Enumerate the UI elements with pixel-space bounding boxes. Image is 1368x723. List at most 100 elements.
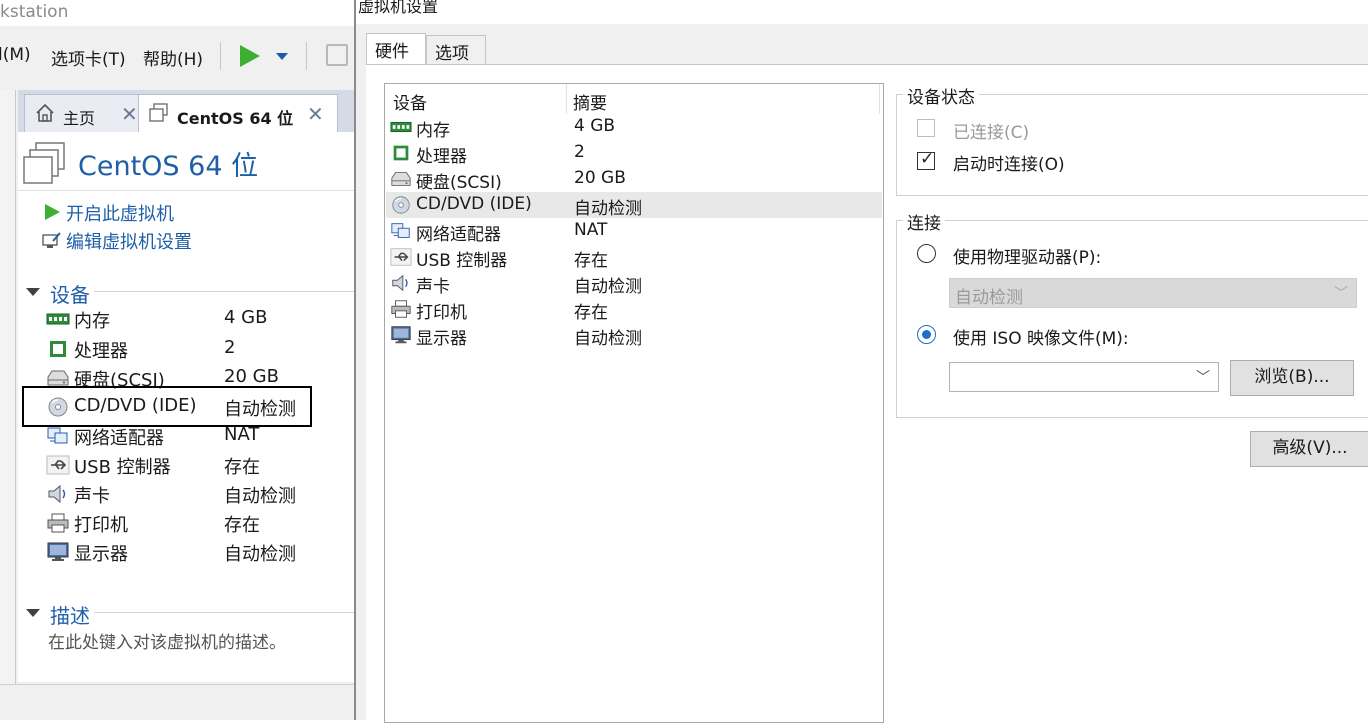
hardware-name: 硬盘(SCSI) (416, 173, 502, 193)
network-adapter-icon (390, 221, 412, 241)
sound-card-icon (46, 484, 70, 504)
hardware-row[interactable]: 声卡 自动检测 (386, 270, 882, 297)
tab-hardware[interactable]: 硬件 (366, 33, 426, 65)
hardware-row[interactable]: 内存 4 GB (386, 114, 882, 141)
edit-vm-settings-label: 编辑虚拟机设置 (66, 232, 192, 253)
close-icon[interactable]: ✕ (121, 102, 138, 126)
network-adapter-icon (46, 426, 70, 446)
divider (18, 190, 354, 191)
device-row[interactable]: 打印机 存在 (44, 510, 344, 536)
window-title: kstation (0, 0, 354, 26)
hardware-name: 内存 (416, 121, 450, 141)
status-bar (0, 684, 354, 720)
physical-drive-radio[interactable] (917, 244, 936, 263)
hard-disk-icon (390, 169, 412, 189)
physical-drive-select[interactable]: 自动检测 ﹀ (949, 278, 1357, 308)
device-row[interactable]: USB 控制器 存在 (44, 452, 344, 478)
chevron-down-icon: ﹀ (1334, 286, 1348, 302)
device-value: 存在 (224, 515, 260, 536)
collapse-arrow-icon (26, 609, 40, 617)
menu-tabs[interactable]: 选项卡(T) (51, 45, 126, 70)
processor-icon (46, 339, 70, 359)
toolbar-separator (220, 42, 221, 70)
tab-options[interactable]: 选项 (426, 35, 486, 65)
iso-path-combo[interactable]: ﹀ (949, 362, 1219, 392)
home-icon (36, 103, 54, 122)
column-header-device[interactable]: 设备 (393, 89, 427, 114)
advanced-button[interactable]: 高级(V)... (1250, 431, 1368, 467)
hardware-row[interactable]: 显示器 自动检测 (386, 322, 882, 349)
device-row[interactable]: 处理器 2 (44, 336, 344, 362)
device-row[interactable]: 内存 4 GB (44, 306, 344, 332)
hardware-row[interactable]: 处理器 2 (386, 140, 882, 167)
hardware-list[interactable]: 设备 摘要 内存 4 GB 处理器 2 硬盘(SCSI) 20 GB CD/DVD (IDE… (384, 83, 884, 723)
edit-settings-icon (42, 232, 61, 248)
hardware-name: 处理器 (416, 147, 467, 167)
device-name: 打印机 (74, 515, 128, 536)
description-section-label: 描述 (50, 604, 90, 628)
collapse-arrow-icon (26, 288, 40, 296)
browse-button[interactable]: 浏览(B)... (1230, 360, 1354, 396)
tab-home-label: 主页 (63, 109, 96, 128)
device-value: 2 (224, 337, 236, 358)
hardware-summary: 2 (574, 142, 585, 162)
device-value: 20 GB (224, 366, 279, 387)
device-status-group (896, 94, 1368, 196)
hardware-row[interactable]: CD/DVD (IDE) 自动检测 (386, 192, 882, 219)
device-value: 自动检测 (224, 544, 296, 565)
hardware-name: 显示器 (416, 329, 467, 349)
column-header-summary[interactable]: 摘要 (573, 89, 607, 114)
connect-at-power-on-label: 启动时连接(O) (953, 155, 1065, 175)
column-divider (566, 84, 567, 114)
hardware-row[interactable]: USB 控制器 存在 (386, 244, 882, 271)
device-value: 自动检测 (224, 486, 296, 507)
chevron-down-icon: ﹀ (1196, 370, 1210, 386)
dialog-title: 虚拟机设置 (356, 0, 1368, 24)
hardware-summary: 4 GB (574, 116, 616, 136)
device-name: USB 控制器 (74, 457, 171, 478)
tab-centos[interactable]: CentOS 64 位 ✕ (138, 94, 338, 132)
toolbar-separator (306, 42, 307, 70)
description-text[interactable]: 在此处键入对该虚拟机的描述。 (48, 628, 286, 653)
workstation-window: kstation l(M) 选项卡(T) 帮助(H) 主页 ✕ CentOS 6… (0, 0, 354, 720)
hardware-summary: 存在 (574, 251, 608, 271)
menu-vm[interactable]: l(M) (0, 45, 31, 65)
power-dropdown-icon[interactable] (276, 53, 288, 60)
device-row[interactable]: 显示器 自动检测 (44, 539, 344, 565)
sound-card-icon (390, 273, 412, 293)
hardware-summary: 20 GB (574, 168, 626, 188)
hardware-row[interactable]: 网络适配器 NAT (386, 218, 882, 245)
connect-at-power-on-checkbox[interactable]: ✓ (917, 149, 935, 170)
play-icon (45, 204, 60, 220)
hard-disk-icon (46, 368, 70, 388)
radio-selected-dot (922, 330, 931, 339)
memory-icon (390, 117, 412, 137)
power-on-icon[interactable] (240, 45, 260, 67)
menu-help[interactable]: 帮助(H) (143, 45, 203, 70)
device-value: NAT (224, 424, 260, 445)
display-icon (46, 542, 70, 562)
library-collapsed-strip[interactable] (0, 90, 16, 690)
cd-dvd-icon (390, 195, 412, 215)
connected-label: 已连接(C) (953, 123, 1030, 143)
processor-icon (390, 143, 412, 163)
hardware-row[interactable]: 硬盘(SCSI) 20 GB (386, 166, 882, 193)
workstation-tab-bar: 主页 ✕ CentOS 64 位 ✕ (18, 90, 354, 132)
devices-section-label: 设备 (50, 283, 90, 307)
device-name: 内存 (74, 311, 110, 332)
physical-drive-label: 使用物理驱动器(P): (953, 248, 1102, 268)
hardware-name: 打印机 (416, 303, 467, 323)
snapshot-icon[interactable] (326, 44, 348, 66)
device-name: 网络适配器 (74, 428, 164, 449)
connected-checkbox[interactable] (917, 119, 935, 137)
close-icon[interactable]: ✕ (307, 102, 324, 126)
tab-centos-label: CentOS 64 位 (177, 109, 294, 128)
device-name: 处理器 (74, 341, 128, 362)
usb-icon (46, 455, 70, 475)
hardware-name: 声卡 (416, 277, 450, 297)
tab-home[interactable]: 主页 ✕ (24, 94, 146, 132)
cd-dvd-highlight-box (22, 386, 312, 427)
iso-image-radio[interactable] (917, 325, 936, 344)
device-row[interactable]: 声卡 自动检测 (44, 481, 344, 507)
hardware-row[interactable]: 打印机 存在 (386, 296, 882, 323)
